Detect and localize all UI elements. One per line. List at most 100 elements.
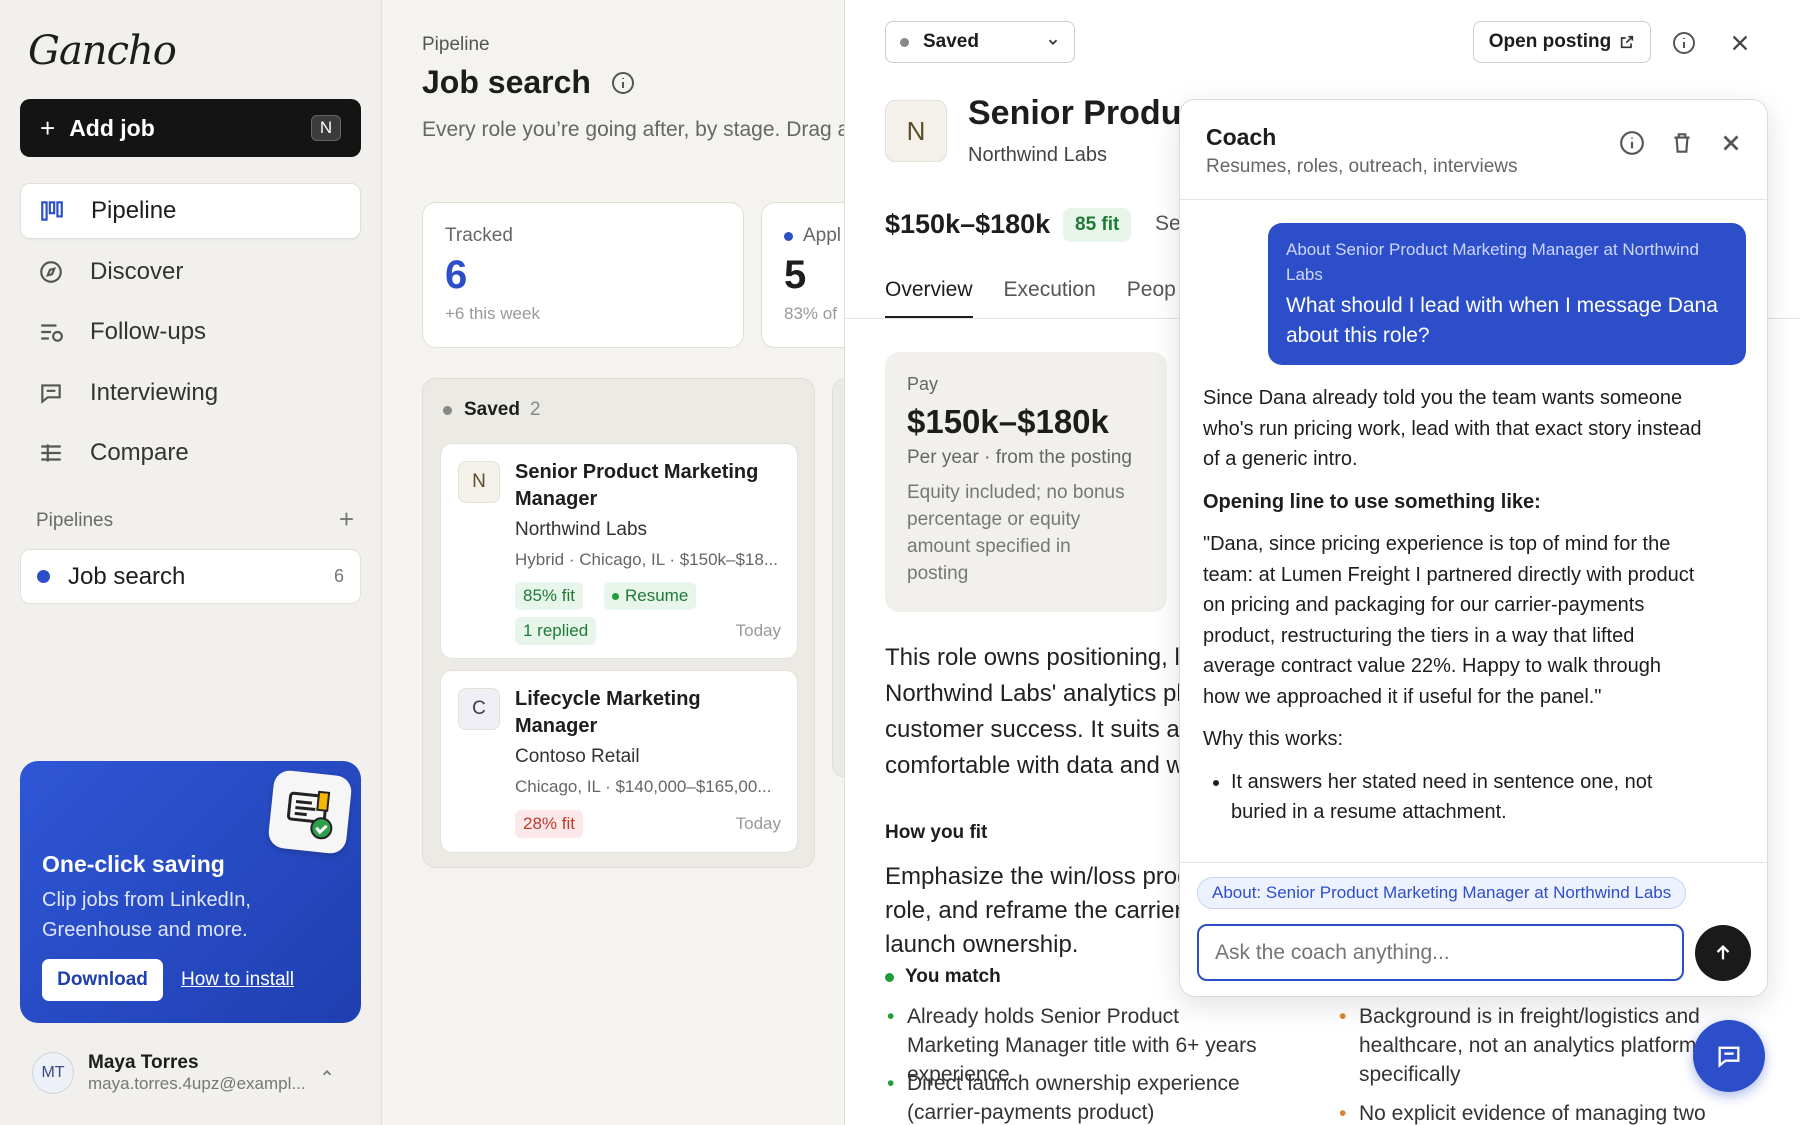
user-email: maya.torres.4upz@exampl... (88, 1074, 306, 1093)
status-select[interactable]: Saved (885, 21, 1075, 63)
column-label: Saved (464, 399, 520, 420)
chevron-down-icon (1048, 39, 1058, 45)
sidebar-item-interviewing[interactable]: Interviewing (20, 365, 361, 421)
job-title: Senior Product Marketing Manager (515, 461, 759, 510)
page-title-row: Job search (422, 64, 635, 101)
compass-icon (40, 261, 62, 283)
list-clock-icon (41, 324, 63, 342)
fit-summary: Emphasize the win/loss prog role, and re… (885, 863, 1191, 958)
detail-tabs: Overview Execution Peop (885, 278, 1176, 319)
kanban-column-saved: Saved 2 N Senior Product Marketing Manag… (422, 378, 815, 868)
job-meta: Hybrid · Chicago, IL · $150k–$18... (515, 550, 779, 569)
add-job-label: Add job (69, 114, 155, 141)
you-match-heading: You match (885, 966, 1001, 988)
plus-icon: + (40, 112, 56, 143)
close-icon[interactable] (1729, 32, 1751, 54)
chat-icon (1718, 1046, 1740, 1068)
trash-icon[interactable] (1669, 130, 1695, 156)
company-name: Northwind Labs (515, 519, 648, 540)
role-description: This role owns positioning, la Northwind… (885, 644, 1194, 779)
coach-reply: Since Dana already told you the team wan… (1203, 383, 1703, 828)
job-title: Lifecycle Marketing Manager (515, 688, 701, 737)
shortcut-badge: N (311, 115, 341, 141)
sidebar-item-follow-ups[interactable]: Follow-ups (20, 304, 361, 360)
download-button[interactable]: Download (42, 959, 163, 1001)
how-to-install-link[interactable]: How to install (181, 969, 294, 991)
stat-value: 6 (445, 253, 468, 297)
context-chip[interactable]: About: Senior Product Marketing Manager … (1197, 877, 1687, 909)
sidebar-item-label: Discover (90, 258, 184, 285)
app-logo[interactable]: Gancho (28, 28, 177, 74)
send-button[interactable] (1695, 925, 1751, 981)
pay-value: $150k–$180k (907, 403, 1109, 440)
fit-badge: 28% fit (515, 810, 583, 838)
kanban-icon (41, 201, 63, 221)
reply-paragraph: Why this works: (1203, 728, 1344, 750)
page-subtitle: Every role you’re going after, by stage.… (422, 118, 850, 141)
pay-card: Pay $150k–$180k Per year · from the post… (885, 352, 1167, 612)
sidebar-item-label: Follow-ups (90, 318, 207, 345)
close-icon[interactable] (1718, 130, 1744, 156)
company-logo: N (885, 100, 947, 162)
how-you-fit-heading: How you fit (885, 822, 988, 843)
salary: $150k–$180k (885, 209, 1051, 239)
add-pipeline-icon[interactable]: + (339, 506, 354, 532)
coach-panel: Coach Resumes, roles, outreach, intervie… (1179, 99, 1768, 997)
column-count: 2 (529, 399, 541, 420)
avatar: MT (32, 1052, 74, 1094)
sidebar-item-discover[interactable]: Discover (20, 244, 361, 300)
promo-card: One-click saving Clip jobs from LinkedIn… (20, 761, 361, 1023)
coach-fab-button[interactable] (1693, 1020, 1765, 1092)
sidebar-item-compare[interactable]: Compare (20, 425, 361, 481)
message-context: About Senior Product Marketing Manager a… (1286, 240, 1699, 284)
info-icon[interactable] (1619, 130, 1645, 156)
info-icon[interactable] (1672, 31, 1696, 55)
reply-heading: Opening line to use something like: (1203, 490, 1541, 513)
promo-title: One-click saving (42, 851, 225, 877)
page-title: Job search (422, 64, 591, 100)
column-header: Saved 2 (443, 399, 541, 421)
tab-overview[interactable]: Overview (885, 278, 973, 319)
pipeline-count: 6 (333, 566, 344, 586)
gap-item: No explicit evidence of managing two (1337, 1099, 1737, 1125)
company-logo: C (458, 688, 500, 730)
company-name: Contoso Retail (515, 746, 640, 767)
sidebar-item-label: Pipeline (91, 197, 177, 224)
job-card[interactable]: C Lifecycle Marketing Manager Contoso Re… (440, 670, 798, 853)
add-job-button[interactable]: + Add job N (20, 99, 361, 157)
replied-badge: 1 replied (515, 617, 597, 645)
match-item: Direct launch ownership experience (carr… (885, 1069, 1265, 1125)
fit-badge: 85 fit (1063, 208, 1132, 242)
arrow-up-icon (1716, 944, 1730, 960)
info-icon[interactable] (611, 71, 635, 95)
coach-subtitle: Resumes, roles, outreach, interviews (1206, 156, 1518, 177)
reply-quote: "Dana, since pricing experience is top o… (1203, 533, 1695, 708)
stat-label: Tracked (445, 225, 513, 246)
open-posting-button[interactable]: Open posting (1473, 21, 1651, 63)
coach-input[interactable] (1197, 924, 1684, 981)
reply-paragraph: Since Dana already told you the team wan… (1203, 387, 1702, 470)
company-name: Northwind Labs (968, 144, 1107, 166)
clipper-icon (267, 769, 353, 855)
sidebar: Gancho + Add job N Pipeline Discover Fol… (0, 0, 382, 1125)
user-name: Maya Torres (88, 1052, 199, 1073)
pipeline-label: Job search (68, 562, 186, 590)
stat-sub: +6 this week (445, 304, 540, 323)
job-title: Senior Product (968, 94, 1212, 132)
status-dot (900, 37, 909, 47)
chat-icon (41, 384, 61, 404)
stat-card-tracked: Tracked 6 +6 this week (422, 202, 744, 348)
pay-label: Pay (907, 374, 939, 394)
resume-badge: Resume (604, 582, 697, 610)
sidebar-item-label: Compare (90, 439, 189, 466)
sidebar-item-pipeline[interactable]: Pipeline (20, 183, 361, 239)
user-message: About Senior Product Marketing Manager a… (1268, 223, 1746, 365)
user-menu[interactable]: MT Maya Torres maya.torres.4upz@exampl..… (32, 1048, 352, 1098)
breadcrumb[interactable]: Pipeline (422, 34, 490, 56)
status-dot (443, 405, 452, 415)
pipeline-item-job-search[interactable]: Job search 6 (20, 549, 361, 604)
tab-people[interactable]: Peop (1127, 278, 1176, 319)
job-card[interactable]: N Senior Product Marketing Manager North… (440, 443, 798, 659)
tab-execution[interactable]: Execution (1004, 278, 1096, 319)
message-text: What should I lead with when I message D… (1286, 294, 1718, 347)
